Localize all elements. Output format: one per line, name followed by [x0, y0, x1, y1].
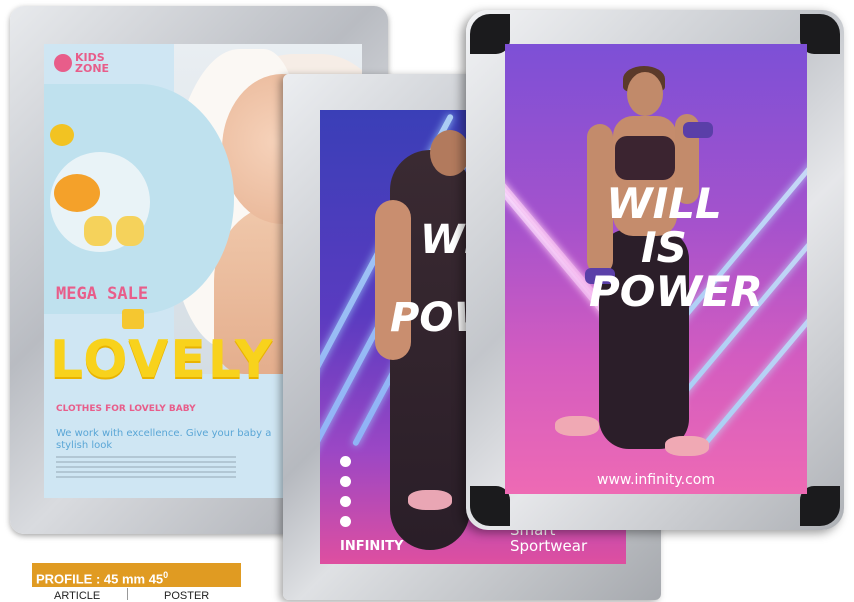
athlete-head: [627, 72, 663, 116]
dumbbell: [683, 122, 713, 138]
column-divider: [127, 588, 128, 600]
frame-corner: [470, 486, 510, 526]
twitter-icon: [340, 496, 351, 507]
front-sport-poster: WILL IS POWER www.infinity.com: [505, 44, 807, 494]
profile-label: PROFILE : 45 mm 450: [36, 567, 241, 587]
athlete-shoe: [555, 416, 599, 436]
frame-corner: [470, 14, 510, 54]
athlete-shoe: [408, 490, 452, 510]
instagram-icon: [340, 456, 351, 467]
duck-icon: [50, 124, 74, 146]
athlete-top: [615, 136, 675, 180]
fish-toy: [54, 174, 100, 212]
mega-sale-text: MEGA SALE: [56, 284, 149, 304]
headline: WILL IS POWER: [589, 179, 763, 316]
athlete-shoe: [665, 436, 709, 456]
facebook-icon: [340, 476, 351, 487]
column-header-article: ARTICLE: [54, 590, 101, 602]
kids-zone-logo: KIDS ZONE: [75, 51, 110, 75]
baby-shoe: [116, 216, 144, 246]
fine-print: [56, 456, 236, 478]
website-url: www.infinity.com: [597, 472, 715, 488]
column-header-poster: POSTER: [164, 590, 210, 602]
profile-text: PROFILE : 45 mm 45: [36, 571, 164, 587]
kids-zone-logo-icon: [54, 54, 72, 72]
baby-shoe: [84, 216, 112, 246]
poster-tagline: We work with excellence. Give your baby …: [56, 428, 272, 451]
brand-name: INFINITY: [340, 539, 404, 554]
gift-icon: [122, 309, 144, 329]
youtube-icon: [340, 516, 351, 527]
degree-mark: 0: [163, 570, 169, 580]
athlete-head: [430, 130, 470, 176]
